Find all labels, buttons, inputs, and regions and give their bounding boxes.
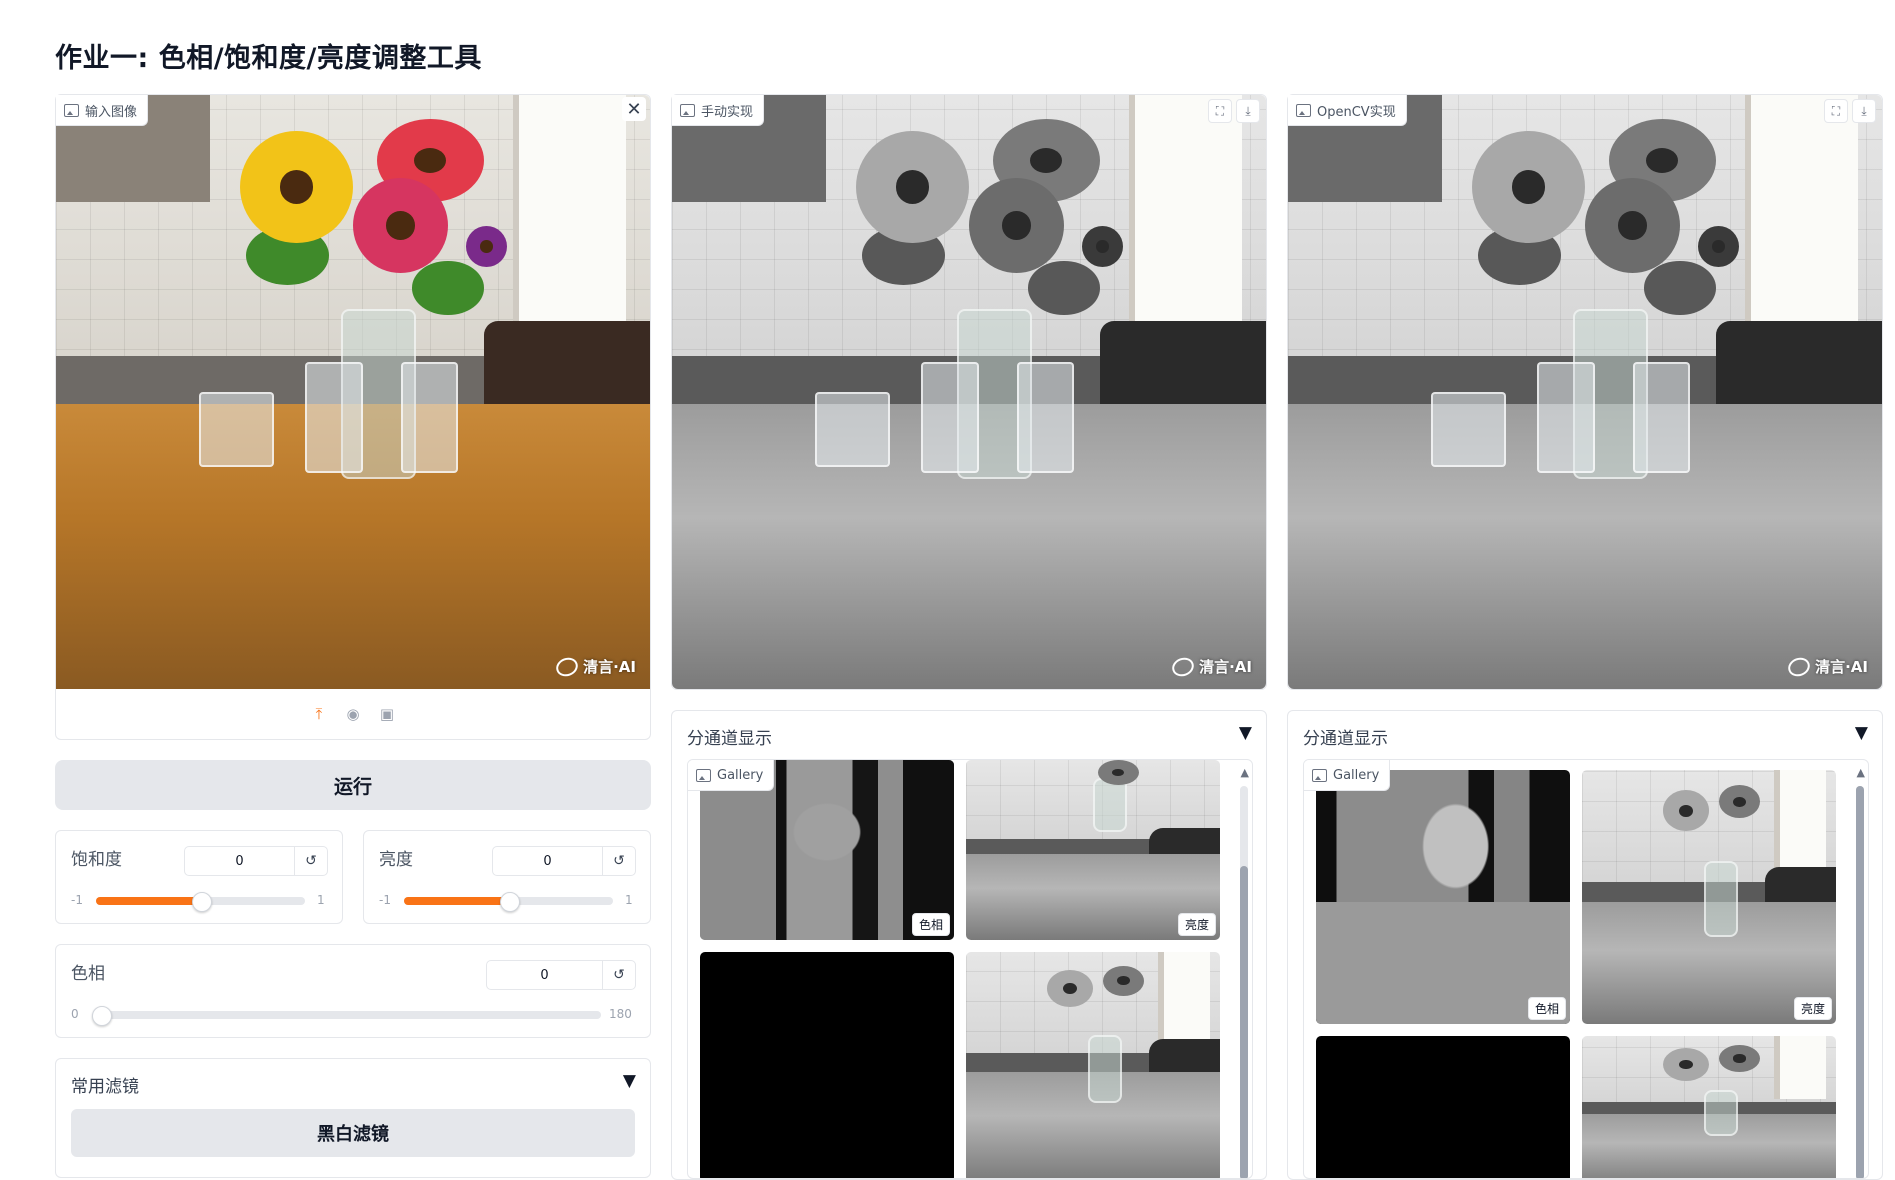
gallery-item-hue[interactable]: 色相 — [1316, 770, 1570, 1024]
manual-gallery: Gallery 色相 亮度 ▲ — [687, 759, 1253, 1179]
input-image-label: 输入图像 — [56, 95, 149, 126]
saturation-min: -1 — [71, 893, 83, 907]
fullscreen-icon[interactable]: ⛶ — [1824, 99, 1848, 123]
slider-thumb[interactable] — [191, 892, 212, 912]
manual-image-label-text: 手动实现 — [701, 104, 754, 120]
brightness-slider-card: 亮度 0 ↺ -1 1 — [363, 830, 651, 924]
manual-image-panel: 手动实现 ⛶ ⤓ 清言·AI — [671, 94, 1267, 690]
gallery-label-text: Gallery — [1333, 767, 1380, 783]
gallery-item-brightness[interactable]: 亮度 — [1582, 770, 1836, 1024]
saturation-slider-card: 饱和度 0 ↺ -1 1 — [55, 830, 343, 924]
opencv-channels-accordion: 分通道显示 ▼ Gallery 色相 亮度 ▲ — [1287, 710, 1883, 1180]
scroll-thumb[interactable] — [1240, 866, 1248, 1178]
gallery-item-brightness[interactable]: 亮度 — [966, 760, 1220, 940]
brightness-label: 亮度 — [379, 850, 413, 870]
scroll-up-icon[interactable]: ▲ — [1241, 766, 1249, 779]
hue-label: 色相 — [71, 964, 105, 984]
scrollbar[interactable] — [1856, 786, 1864, 1178]
hue-number-input[interactable]: 0 ↺ — [486, 960, 636, 990]
run-button[interactable]: 运行 — [55, 760, 651, 810]
fullscreen-icon[interactable]: ⛶ — [1208, 99, 1232, 123]
reset-icon[interactable]: ↺ — [602, 847, 635, 875]
reset-icon[interactable]: ↺ — [602, 961, 635, 989]
slider-thumb[interactable] — [499, 892, 520, 912]
gallery-item-composite[interactable] — [966, 952, 1220, 1178]
image-icon — [1296, 103, 1311, 117]
gallery-caption: 色相 — [911, 913, 950, 936]
gallery-caption: 亮度 — [1793, 997, 1832, 1020]
download-icon[interactable]: ⤓ — [1236, 99, 1260, 123]
image-icon — [1312, 768, 1327, 782]
hue-slider[interactable] — [92, 1006, 601, 1026]
saturation-max: 1 — [317, 893, 325, 907]
manual-channels-accordion: 分通道显示 ▼ Gallery 色相 亮度 ▲ — [671, 710, 1267, 1180]
watermark: 清言·AI — [553, 654, 636, 679]
logo-icon — [553, 654, 581, 679]
hue-min: 0 — [71, 1007, 79, 1021]
page-title: 作业一: 色相/饱和度/亮度调整工具 — [55, 43, 482, 74]
gallery-item-saturation[interactable] — [1316, 1036, 1570, 1178]
filters-accordion: 常用滤镜 ▼ 黑白滤镜 — [55, 1058, 651, 1178]
opencv-image-label: OpenCV实现 — [1288, 95, 1407, 126]
saturation-slider[interactable] — [96, 892, 305, 912]
saturation-number-input[interactable]: 0 ↺ — [184, 846, 328, 876]
brightness-min: -1 — [379, 893, 391, 907]
watermark: 清言·AI — [1785, 654, 1868, 679]
image-icon — [696, 768, 711, 782]
gallery-caption: 亮度 — [1177, 913, 1216, 936]
close-icon[interactable]: ✕ — [622, 97, 646, 121]
gallery-label: Gallery — [688, 760, 775, 791]
logo-icon — [1169, 654, 1197, 679]
reset-icon[interactable]: ↺ — [294, 847, 327, 875]
slider-thumb[interactable] — [92, 1006, 112, 1026]
gallery-label-text: Gallery — [717, 767, 764, 783]
opencv-image-label-text: OpenCV实现 — [1317, 104, 1396, 120]
upload-source-bar: ⤒ ◉ ▣ — [56, 699, 650, 729]
saturation-label: 饱和度 — [71, 850, 122, 870]
filters-title[interactable]: 常用滤镜 — [71, 1072, 139, 1097]
bw-filter-button[interactable]: 黑白滤镜 — [71, 1109, 635, 1157]
caret-down-icon[interactable]: ▼ — [1855, 723, 1868, 743]
input-image: 清言·AI — [56, 95, 650, 689]
opencv-gallery: Gallery 色相 亮度 ▲ — [1303, 759, 1869, 1179]
opencv-image: 清言·AI — [1288, 95, 1882, 689]
input-image-label-text: 输入图像 — [85, 104, 138, 120]
opencv-channels-title[interactable]: 分通道显示 — [1303, 724, 1388, 749]
upload-icon[interactable]: ⤒ — [309, 704, 329, 724]
webcam-icon[interactable]: ◉ — [343, 704, 363, 724]
download-icon[interactable]: ⤓ — [1852, 99, 1876, 123]
gallery-item-saturation[interactable] — [700, 952, 954, 1178]
hue-max: 180 — [609, 1007, 632, 1021]
logo-icon — [1785, 654, 1813, 679]
clipboard-icon[interactable]: ▣ — [377, 704, 397, 724]
gallery-label: Gallery — [1304, 760, 1391, 791]
caret-down-icon[interactable]: ▼ — [623, 1071, 636, 1091]
brightness-number-input[interactable]: 0 ↺ — [492, 846, 636, 876]
image-icon — [64, 103, 79, 117]
manual-channels-title[interactable]: 分通道显示 — [687, 724, 772, 749]
manual-image: 清言·AI — [672, 95, 1266, 689]
input-image-panel[interactable]: 输入图像 ✕ 清言·AI ⤒ ◉ ▣ — [55, 94, 651, 740]
caret-down-icon[interactable]: ▼ — [1239, 723, 1252, 743]
scroll-thumb[interactable] — [1856, 786, 1864, 1178]
image-icon — [680, 103, 695, 117]
hue-slider-card: 色相 0 ↺ 0 180 — [55, 944, 651, 1038]
scrollbar[interactable] — [1240, 786, 1248, 1178]
brightness-max: 1 — [625, 893, 633, 907]
manual-image-label: 手动实现 — [672, 95, 765, 126]
watermark: 清言·AI — [1169, 654, 1252, 679]
opencv-image-panel: OpenCV实现 ⛶ ⤓ 清言·AI — [1287, 94, 1883, 690]
gallery-item-composite[interactable] — [1582, 1036, 1836, 1178]
scroll-up-icon[interactable]: ▲ — [1857, 766, 1865, 779]
brightness-slider[interactable] — [404, 892, 613, 912]
gallery-caption: 色相 — [1527, 997, 1566, 1020]
